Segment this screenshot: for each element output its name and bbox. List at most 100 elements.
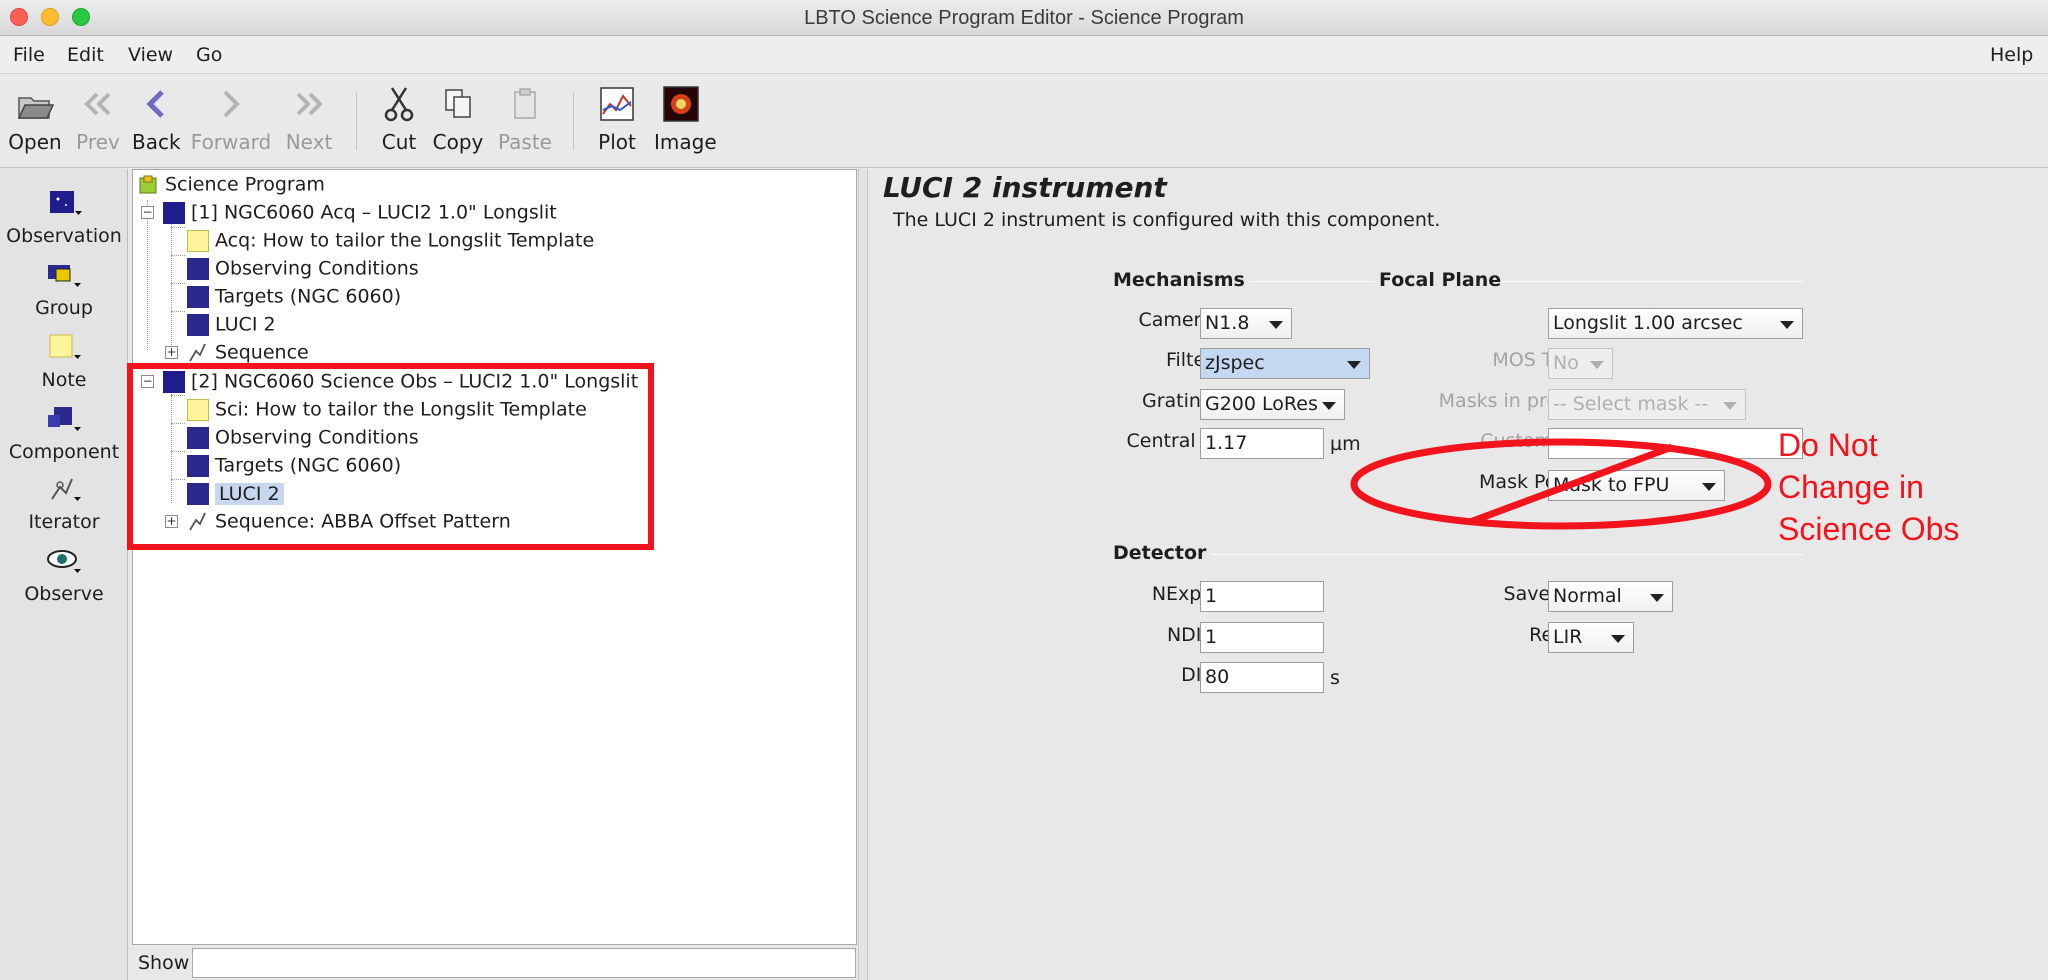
double-chevron-left-icon: [84, 92, 111, 116]
central-wavelength-field[interactable]: 1.17: [1200, 428, 1324, 459]
show-label: Show: [138, 952, 190, 974]
observation-icon: [163, 201, 185, 224]
tree-item[interactable]: Targets (NGC 6060): [187, 282, 401, 310]
image-label: Image: [654, 130, 717, 154]
menu-file[interactable]: File: [13, 44, 45, 66]
tree-item[interactable]: Sequence: [187, 338, 309, 366]
custom-mask-field[interactable]: [1548, 428, 1803, 459]
menu-help[interactable]: Help: [1990, 44, 2033, 66]
pane-splitter[interactable]: [858, 169, 868, 980]
tree-item[interactable]: LUCI 2: [187, 310, 276, 338]
palette-iterator-label: Iterator: [28, 511, 100, 533]
readout-select[interactable]: LIR: [1548, 622, 1634, 653]
tree-item-label: Acq: How to tailor the Longslit Template: [215, 229, 595, 252]
mos-telluric-select[interactable]: No: [1548, 348, 1613, 379]
menu-bar: File Edit View Go Help: [0, 36, 2048, 74]
highlight-box: [127, 363, 654, 550]
annotation-line: Do Not: [1778, 427, 1878, 463]
section-divider: [1211, 554, 1804, 555]
masks-in-program-select[interactable]: -- Select mask --: [1548, 389, 1746, 420]
window-title: LBTO Science Program Editor - Science Pr…: [804, 7, 1244, 29]
editor-description: The LUCI 2 instrument is configured with…: [893, 209, 1441, 231]
forward-button[interactable]: Forward: [190, 84, 272, 154]
tree-root[interactable]: Science Program: [137, 170, 325, 198]
palette-group[interactable]: Group: [0, 259, 128, 319]
section-divider: [1250, 281, 1374, 282]
iterator-icon: [51, 478, 81, 501]
collapse-toggle[interactable]: −: [141, 206, 154, 219]
prev-button[interactable]: Prev: [73, 84, 123, 154]
chevron-left-icon: [146, 90, 164, 118]
component-editor: LUCI 2 instrument The LUCI 2 instrument …: [869, 169, 2048, 980]
copy-button[interactable]: Copy: [432, 84, 484, 154]
save-mode-value: Normal: [1553, 585, 1622, 607]
menu-edit[interactable]: Edit: [67, 44, 104, 66]
next-button[interactable]: Next: [283, 84, 335, 154]
tree-item-label: Observing Conditions: [215, 257, 419, 280]
dit-unit: s: [1330, 667, 1340, 689]
mask-select[interactable]: Longslit 1.00 arcsec: [1548, 308, 1803, 339]
palette-component[interactable]: Component: [0, 403, 128, 463]
camera-value: N1.8: [1205, 312, 1250, 334]
copy-label: Copy: [432, 130, 484, 154]
annotation-text: Do Not Change in Science Obs: [1778, 424, 1959, 550]
open-button[interactable]: Open: [8, 84, 62, 154]
mask-position-value: Mask to FPU: [1553, 474, 1670, 496]
cut-button[interactable]: Cut: [377, 84, 421, 154]
camera-label: Camera: [1138, 309, 1213, 331]
plot-icon: [600, 87, 634, 121]
chevron-down-icon: [1611, 635, 1625, 643]
tree-item[interactable]: Acq: How to tailor the Longslit Template: [187, 226, 594, 254]
menu-go[interactable]: Go: [196, 44, 222, 66]
nexpo-field[interactable]: 1: [1200, 581, 1324, 612]
expand-toggle[interactable]: +: [165, 346, 178, 359]
grating-select[interactable]: G200 LoRes: [1200, 389, 1345, 420]
next-label: Next: [285, 130, 333, 154]
palette-note-label: Note: [41, 369, 87, 391]
cut-label: Cut: [381, 130, 417, 154]
central-wavelength-label: Central λ: [1126, 430, 1213, 452]
tree-connector: [171, 227, 185, 228]
detector-heading: Detector: [1113, 542, 1207, 564]
paste-label: Paste: [498, 130, 552, 154]
dit-field[interactable]: 80: [1200, 662, 1324, 693]
mask-position-select[interactable]: Mask to FPU: [1548, 470, 1725, 501]
chevron-down-icon: [1723, 402, 1737, 410]
save-mode-select[interactable]: Normal: [1548, 581, 1673, 612]
palette-observation[interactable]: Observation: [0, 187, 128, 247]
image-button[interactable]: Image: [654, 84, 717, 154]
component-icon: [187, 313, 209, 336]
paste-button[interactable]: Paste: [497, 84, 553, 154]
ndit-label: NDIT: [1166, 624, 1213, 646]
plot-button[interactable]: Plot: [595, 84, 639, 154]
palette-observe[interactable]: Observe: [0, 545, 128, 605]
palette-component-label: Component: [8, 441, 120, 463]
program-tree[interactable]: Science Program − [1] NGC6060 Acq – LUCI…: [132, 169, 857, 945]
grating-label: Grating: [1141, 390, 1213, 412]
tree-obs-1[interactable]: [1] NGC6060 Acq – LUCI2 1.0" Longslit: [163, 198, 557, 226]
tree-item[interactable]: Observing Conditions: [187, 254, 419, 282]
readout-value: LIR: [1553, 626, 1583, 648]
palette-note[interactable]: Note: [0, 331, 128, 391]
back-label: Back: [132, 130, 181, 154]
program-icon: [139, 175, 157, 193]
palette-iterator[interactable]: Iterator: [0, 473, 128, 533]
folder-icon: [17, 97, 55, 119]
back-button[interactable]: Back: [132, 84, 181, 154]
show-input[interactable]: [192, 948, 856, 978]
toolbar-separator: [356, 92, 357, 150]
note-icon: [49, 334, 81, 359]
mechanisms-heading: Mechanisms: [1113, 269, 1245, 291]
filter-value: zJspec: [1205, 352, 1265, 374]
tree-item-label: Sequence: [215, 341, 309, 364]
chevron-down-icon: [1780, 321, 1794, 329]
grating-value: G200 LoRes: [1205, 393, 1318, 415]
camera-select[interactable]: N1.8: [1200, 308, 1292, 339]
central-wavelength-unit: µm: [1330, 433, 1361, 455]
mask-value: Longslit 1.00 arcsec: [1553, 312, 1743, 334]
palette-observation-label: Observation: [6, 225, 122, 247]
ndit-field[interactable]: 1: [1200, 622, 1324, 653]
component-palette: Observation Group Note Component Iterato…: [0, 169, 128, 980]
menu-view[interactable]: View: [128, 44, 173, 66]
filter-select[interactable]: zJspec: [1200, 348, 1370, 379]
